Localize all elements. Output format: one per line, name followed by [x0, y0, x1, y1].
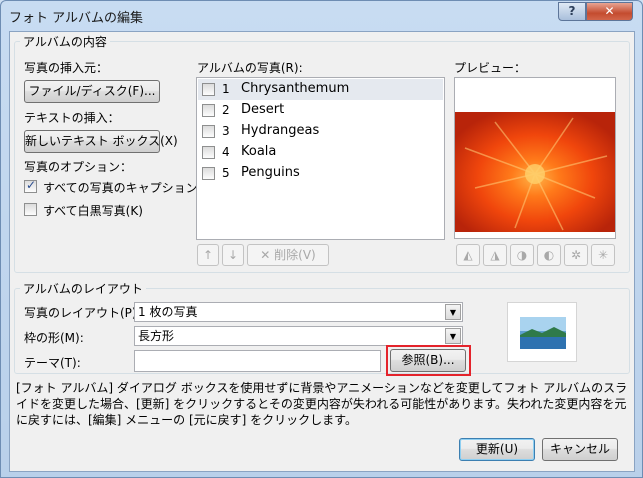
- close-button[interactable]: ✕: [586, 2, 633, 21]
- photo-name: Koala: [241, 144, 277, 159]
- cancel-button[interactable]: キャンセル: [542, 438, 618, 461]
- brightness-up-button[interactable]: ✲: [564, 244, 588, 266]
- photo-album-dialog: フォト アルバムの編集 ? ✕ アルバムの内容 写真の挿入元： ファイル/ディス…: [0, 0, 643, 478]
- contrast-up-button[interactable]: ◑: [510, 244, 534, 266]
- move-up-button[interactable]: ↑: [197, 244, 219, 266]
- rotate-left-button[interactable]: ◭: [456, 244, 480, 266]
- list-item[interactable]: 4 Koala: [198, 142, 443, 163]
- arrow-up-icon: ↑: [202, 248, 214, 262]
- photo-name: Desert: [241, 102, 285, 117]
- layout-preview-image: [520, 317, 566, 349]
- update-button[interactable]: 更新(U): [459, 438, 535, 461]
- chrysanthemum-preview-image: [455, 78, 615, 238]
- contrast-up-icon: ◑: [516, 248, 528, 262]
- list-item[interactable]: 1 Chrysanthemum: [198, 79, 443, 100]
- help-button[interactable]: ?: [558, 2, 586, 21]
- title-bar[interactable]: フォト アルバムの編集 ? ✕: [1, 1, 642, 31]
- photo-name: Penguins: [241, 165, 300, 180]
- picture-layout-label: 写真のレイアウト(P):: [24, 306, 141, 320]
- file-disk-button[interactable]: ファイル/ディスク(F)...: [24, 80, 160, 103]
- caption-checkbox-label[interactable]: すべての写真のキャプション(A): [43, 179, 215, 196]
- dialog-body: アルバムの内容 写真の挿入元： ファイル/ディスク(F)... テキストの挿入：…: [9, 31, 635, 472]
- brightness-down-icon: ✳: [597, 248, 609, 262]
- contrast-down-icon: ◐: [543, 248, 555, 262]
- picture-layout-value: 1 枚の写真: [138, 305, 198, 319]
- rotate-left-icon: ◭: [463, 248, 473, 262]
- bw-checkbox-label[interactable]: すべて白黒写真(K): [43, 202, 143, 219]
- photo-checkbox[interactable]: [202, 104, 215, 117]
- theme-label: テーマ(T):: [24, 356, 81, 370]
- brightness-up-icon: ✲: [570, 248, 582, 262]
- arrow-down-icon: ↓: [227, 248, 239, 262]
- photo-number: 5: [222, 166, 230, 180]
- photo-name: Chrysanthemum: [241, 81, 350, 96]
- frame-shape-label: 枠の形(M):: [24, 331, 84, 345]
- album-content-title: アルバムの内容: [20, 33, 110, 50]
- frame-shape-select[interactable]: 長方形 ▼: [134, 326, 463, 346]
- photo-checkbox[interactable]: [202, 146, 215, 159]
- dialog-title: フォト アルバムの編集: [9, 11, 144, 26]
- insert-text-label: テキストの挿入：: [24, 111, 120, 125]
- contrast-down-button[interactable]: ◐: [537, 244, 561, 266]
- photo-number: 3: [222, 124, 230, 138]
- frame-shape-value: 長方形: [138, 329, 175, 343]
- chevron-down-icon[interactable]: ▼: [445, 304, 461, 320]
- layout-preview-frame: [507, 302, 577, 362]
- theme-input[interactable]: [134, 350, 381, 372]
- photo-checkbox[interactable]: [202, 125, 215, 138]
- rotate-right-icon: ◮: [490, 248, 500, 262]
- list-item[interactable]: 5 Penguins: [198, 163, 443, 184]
- photo-checkbox[interactable]: [202, 83, 215, 96]
- preview-label: プレビュー：: [454, 61, 527, 75]
- album-layout-title: アルバムのレイアウト: [20, 280, 146, 297]
- delete-button[interactable]: ✕ 削除(V): [247, 244, 329, 266]
- rotate-right-button[interactable]: ◮: [483, 244, 507, 266]
- photo-checkbox[interactable]: [202, 167, 215, 180]
- photo-number: 4: [222, 145, 230, 159]
- album-photos-label: アルバムの写真(R):: [197, 61, 303, 75]
- picture-layout-select[interactable]: 1 枚の写真 ▼: [134, 302, 463, 322]
- info-text: [フォト アルバム] ダイアログ ボックスを使用せずに背景やアニメーションなどを…: [16, 381, 628, 427]
- photo-number: 1: [222, 82, 230, 96]
- preview-frame: [454, 77, 616, 239]
- album-photos-list[interactable]: 1 Chrysanthemum 2 Desert 3 Hydrangeas 4 …: [196, 77, 445, 240]
- bw-checkbox[interactable]: [24, 203, 37, 216]
- list-item[interactable]: 2 Desert: [198, 100, 443, 121]
- new-textbox-button[interactable]: 新しいテキスト ボックス(X): [24, 130, 178, 153]
- insert-from-label: 写真の挿入元：: [24, 61, 109, 75]
- list-item[interactable]: 3 Hydrangeas: [198, 121, 443, 142]
- move-down-button[interactable]: ↓: [222, 244, 244, 266]
- photo-name: Hydrangeas: [241, 123, 320, 138]
- browse-button[interactable]: 参照(B)...: [390, 349, 466, 372]
- photo-options-label: 写真のオプション：: [24, 160, 133, 174]
- brightness-down-button[interactable]: ✳: [591, 244, 615, 266]
- chevron-down-icon[interactable]: ▼: [445, 328, 461, 344]
- photo-number: 2: [222, 103, 230, 117]
- caption-checkbox[interactable]: [24, 178, 37, 193]
